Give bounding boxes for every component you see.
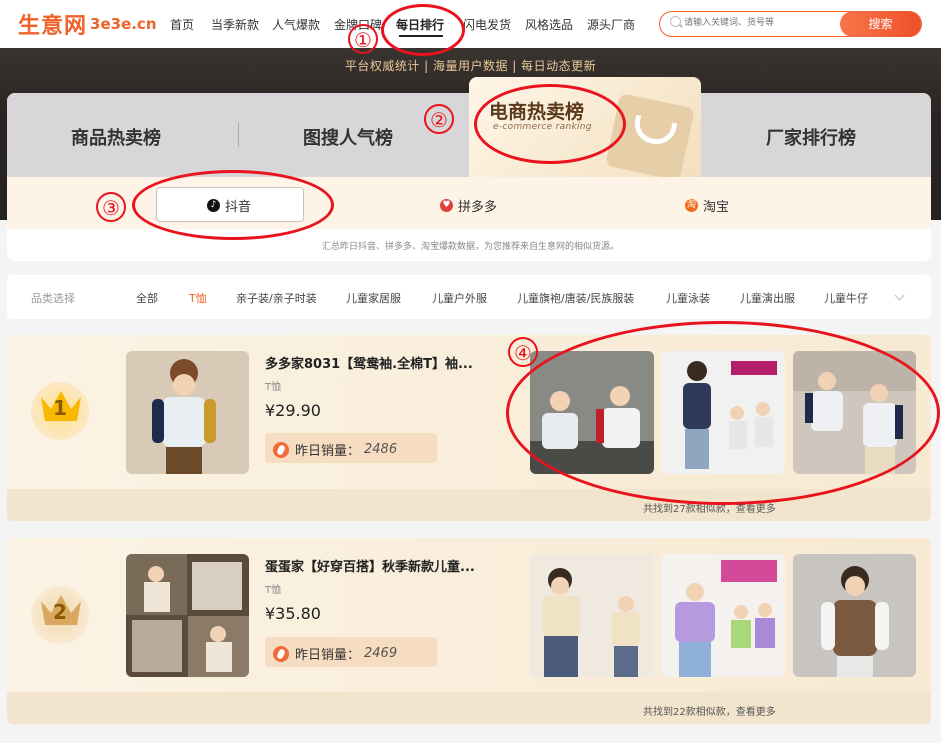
flame-icon [273, 441, 289, 458]
logo-en: 3e3e.cn [90, 15, 157, 33]
view-more-link[interactable]: 共找到22款相似款，查看更多 [643, 703, 776, 718]
category-family[interactable]: 亲子装/亲子时装 [236, 290, 317, 306]
category-homewear[interactable]: 儿童家居服 [346, 290, 401, 306]
search-button[interactable]: 搜索 [840, 11, 921, 37]
nav-item-fast-ship[interactable]: 闪电发货 [463, 16, 511, 33]
annotation-ring-4 [506, 321, 940, 505]
rank-number: 2 [53, 600, 67, 624]
flame-icon [273, 645, 289, 662]
rank-number: 1 [53, 396, 67, 420]
product-category: T恤 [265, 382, 282, 393]
annotation-number-2: ② [424, 104, 454, 134]
similar-image[interactable] [793, 554, 916, 677]
product-image[interactable] [126, 351, 249, 474]
category-tshirt[interactable]: T恤 [189, 290, 207, 306]
annotation-ring-1 [381, 4, 465, 56]
nav-item-factory[interactable]: 源头厂商 [587, 16, 635, 33]
annotation-ring-3 [132, 170, 334, 240]
product-image[interactable] [126, 554, 249, 677]
platform-pinduoduo[interactable]: ♥ 拼多多 [440, 196, 497, 215]
site-logo[interactable]: 生意网 3e3e.cn [18, 9, 157, 39]
category-label: 品类选择 [31, 292, 75, 305]
tab-factory[interactable]: 厂家排行榜 [766, 124, 856, 150]
ranking-hint: 汇总昨日抖音、拼多多、淘宝爆款数据，为您推荐来自生意网的相似货源。 [321, 242, 619, 252]
nav-item-popular[interactable]: 人气爆款 [272, 16, 320, 33]
category-swimwear[interactable]: 儿童泳装 [666, 290, 710, 306]
product-price: ¥29.90 [265, 401, 321, 420]
annotation-ring-2 [474, 84, 626, 164]
sales-number: 2486 [364, 442, 398, 457]
annotation-number-3: ③ [96, 192, 126, 222]
search-icon [670, 16, 681, 27]
product-category: T恤 [265, 585, 282, 596]
similar-image[interactable] [530, 554, 654, 677]
banner-tagline: 平台权威统计 | 海量用户数据 | 每日动态更新 [344, 59, 597, 73]
product-title[interactable]: 蛋蛋家【好穿百搭】秋季新款儿童... [265, 556, 475, 575]
platform-label: 淘宝 [703, 200, 730, 215]
nav-item-style[interactable]: 风格选品 [525, 16, 573, 33]
sales: 昨日销量： 2469 [273, 644, 397, 663]
nav-item-season-new[interactable]: 当季新款 [211, 16, 259, 33]
search-input[interactable] [684, 12, 834, 34]
annotation-number-4: ④ [508, 337, 538, 367]
tab-image-search[interactable]: 图搜人气榜 [303, 124, 393, 150]
product-price: ¥35.80 [265, 604, 321, 623]
tab-goods-hot[interactable]: 商品热卖榜 [71, 124, 161, 150]
logo-cn: 生意网 [18, 14, 88, 39]
platform-label: 拼多多 [458, 200, 498, 215]
tab-divider [238, 123, 239, 147]
platform-taobao[interactable]: 淘 淘宝 [685, 196, 729, 215]
category-performance[interactable]: 儿童演出服 [740, 290, 795, 306]
annotation-number-1: ① [348, 24, 378, 54]
similar-image[interactable] [661, 554, 785, 677]
sales: 昨日销量： 2486 [273, 440, 397, 459]
category-all[interactable]: 全部 [136, 290, 158, 306]
sales-label: 昨日销量： [295, 444, 361, 459]
taobao-icon: 淘 [685, 199, 698, 212]
category-denim[interactable]: 儿童牛仔 [824, 290, 868, 306]
sales-label: 昨日销量： [295, 648, 361, 663]
product-title[interactable]: 多多家8031【鸳鸯袖.全棉T】袖... [265, 353, 473, 372]
category-qipao[interactable]: 儿童旗袍/唐装/民族服装 [517, 290, 634, 306]
sales-number: 2469 [364, 646, 398, 661]
nav-item-home[interactable]: 首页 [170, 16, 194, 33]
category-outdoor[interactable]: 儿童户外服 [432, 290, 487, 306]
rank-card-footer [7, 692, 931, 724]
pinduoduo-icon: ♥ [440, 199, 453, 212]
